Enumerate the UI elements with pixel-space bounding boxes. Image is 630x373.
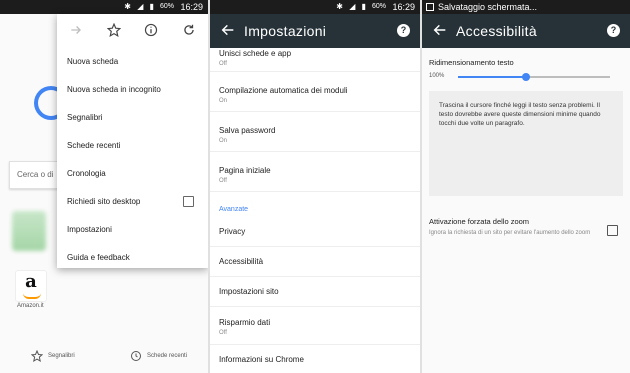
back-arrow-icon[interactable] [220, 22, 236, 38]
clock-icon [131, 351, 141, 361]
setting-title: Unisci schede e app [219, 49, 292, 58]
setting-value: Off [219, 178, 227, 184]
menu-item-new-tab[interactable]: Nuova scheda [57, 48, 208, 76]
tile-label: Amazon.it [17, 303, 44, 309]
amazon-tile[interactable]: a [15, 270, 47, 302]
menu-item-desktop-site-label: Richiedi sito desktop [67, 197, 141, 206]
overflow-menu: Nuova scheda Nuova scheda in incognito S… [57, 14, 208, 268]
setting-item[interactable]: Risparmio dati Off [210, 307, 420, 345]
battery-level: 60% [371, 3, 386, 10]
setting-title: Privacy [219, 227, 246, 236]
setting-title: Risparmio dati [219, 318, 271, 327]
amazon-smile-icon [23, 293, 41, 299]
forward-icon[interactable] [69, 23, 83, 37]
setting-item[interactable]: Accessibilità [210, 247, 420, 277]
setting-title: Pagina iniziale [219, 166, 271, 175]
settings-panel: ✱ ◢ ▮ 60% 16:29 Impostazioni ? Unisci sc… [210, 0, 420, 373]
menu-item-settings[interactable]: Impostazioni [57, 216, 208, 244]
setting-title: Compilazione automatica dei moduli [219, 86, 348, 95]
text-scaling-slider[interactable] [458, 73, 610, 81]
bottom-nav-bookmarks[interactable]: Segnalibri [31, 350, 75, 362]
desktop-site-checkbox[interactable] [183, 196, 194, 207]
accessibility-app-bar: Accessibilità ? [422, 14, 630, 48]
settings-app-bar: Impostazioni ? [210, 14, 420, 48]
page-title: Impostazioni [244, 23, 327, 39]
slider-fill [458, 76, 527, 78]
status-bar: ✱ ◢ ▮ 60% 16:29 [210, 0, 420, 14]
menu-item-bookmarks[interactable]: Segnalibri [57, 104, 208, 132]
text-scaling-value: 100% [429, 73, 445, 79]
setting-item[interactable]: Impostazioni sito [210, 277, 420, 307]
screenshot-notification: Salvataggio schermata... [438, 2, 538, 12]
setting-value: On [219, 98, 228, 104]
accessibility-panel: Salvataggio schermata... Accessibilità ?… [422, 0, 630, 373]
bottom-nav-bookmarks-label: Segnalibri [48, 353, 75, 359]
settings-list: Unisci schede e app Off Compilazione aut… [210, 48, 420, 373]
status-time: 16:29 [392, 2, 415, 12]
setting-title: Impostazioni sito [219, 287, 279, 296]
info-icon[interactable] [144, 23, 158, 37]
text-scaling-label: Ridimensionamento testo [429, 58, 514, 67]
browser-panel: ✱ ◢ ▮ 60% 16:29 Cerca o di a Amazon.it S… [0, 0, 208, 373]
setting-item[interactable]: Salva password On [210, 112, 420, 152]
setting-title: Accessibilità [219, 257, 264, 266]
menu-item-recent-tabs[interactable]: Schede recenti [57, 132, 208, 160]
status-icons: ✱ ◢ ▮ [336, 2, 368, 11]
bottom-nav-recent-tabs[interactable]: Schede recenti [130, 350, 187, 362]
setting-value: Off [219, 330, 227, 336]
screenshot-icon [426, 3, 434, 11]
force-zoom-description: Ignora la richiesta di un sito per evita… [429, 230, 591, 236]
bottom-nav-recent-tabs-label: Schede recenti [147, 353, 188, 359]
preview-text: Trascina il cursore finché leggi il test… [439, 102, 601, 127]
star-icon [31, 350, 43, 362]
menu-item-incognito[interactable]: Nuova scheda in incognito [57, 76, 208, 104]
setting-value: On [219, 138, 228, 144]
setting-item[interactable]: Informazioni su Chrome [210, 345, 420, 373]
bottom-nav: Segnalibri Schede recenti [0, 346, 208, 370]
status-bar: ✱ ◢ ▮ 60% 16:29 [0, 0, 208, 14]
setting-item[interactable]: Compilazione automatica dei moduli On [210, 72, 420, 112]
menu-toolbar [57, 14, 208, 48]
battery-level: 60% [159, 3, 174, 10]
menu-item-history[interactable]: Cronologia [57, 160, 208, 188]
bookmark-star-icon[interactable] [107, 23, 121, 37]
back-arrow-icon[interactable] [432, 22, 448, 38]
reload-icon[interactable] [182, 23, 196, 37]
slider-thumb[interactable] [522, 73, 531, 81]
setting-title: Salva password [219, 126, 276, 135]
amazon-logo-icon: a [25, 271, 37, 292]
section-header: Avanzate [219, 206, 249, 213]
menu-item-desktop-site[interactable]: Richiedi sito desktop [57, 188, 208, 216]
setting-title: Informazioni su Chrome [219, 355, 304, 364]
force-zoom-setting[interactable]: Attivazione forzata dello zoom Ignora la… [429, 217, 599, 237]
setting-item[interactable]: Pagina iniziale Off [210, 152, 420, 192]
status-bar: Salvataggio schermata... [422, 0, 630, 14]
page-title: Accessibilità [456, 23, 537, 39]
help-icon[interactable]: ? [607, 24, 620, 37]
text-preview: Trascina il cursore finché leggi il test… [429, 91, 623, 196]
most-visited-tile[interactable] [12, 211, 46, 251]
menu-item-help[interactable]: Guida e feedback [57, 244, 208, 272]
help-icon[interactable]: ? [397, 24, 410, 37]
setting-item[interactable]: Unisci schede e app Off [210, 48, 420, 72]
setting-value: Off [219, 61, 227, 67]
status-time: 16:29 [180, 2, 203, 12]
force-zoom-checkbox[interactable] [607, 225, 618, 236]
setting-item[interactable]: Privacy [210, 217, 420, 247]
force-zoom-title: Attivazione forzata dello zoom [429, 217, 530, 226]
status-icons: ✱ ◢ ▮ [124, 2, 156, 11]
